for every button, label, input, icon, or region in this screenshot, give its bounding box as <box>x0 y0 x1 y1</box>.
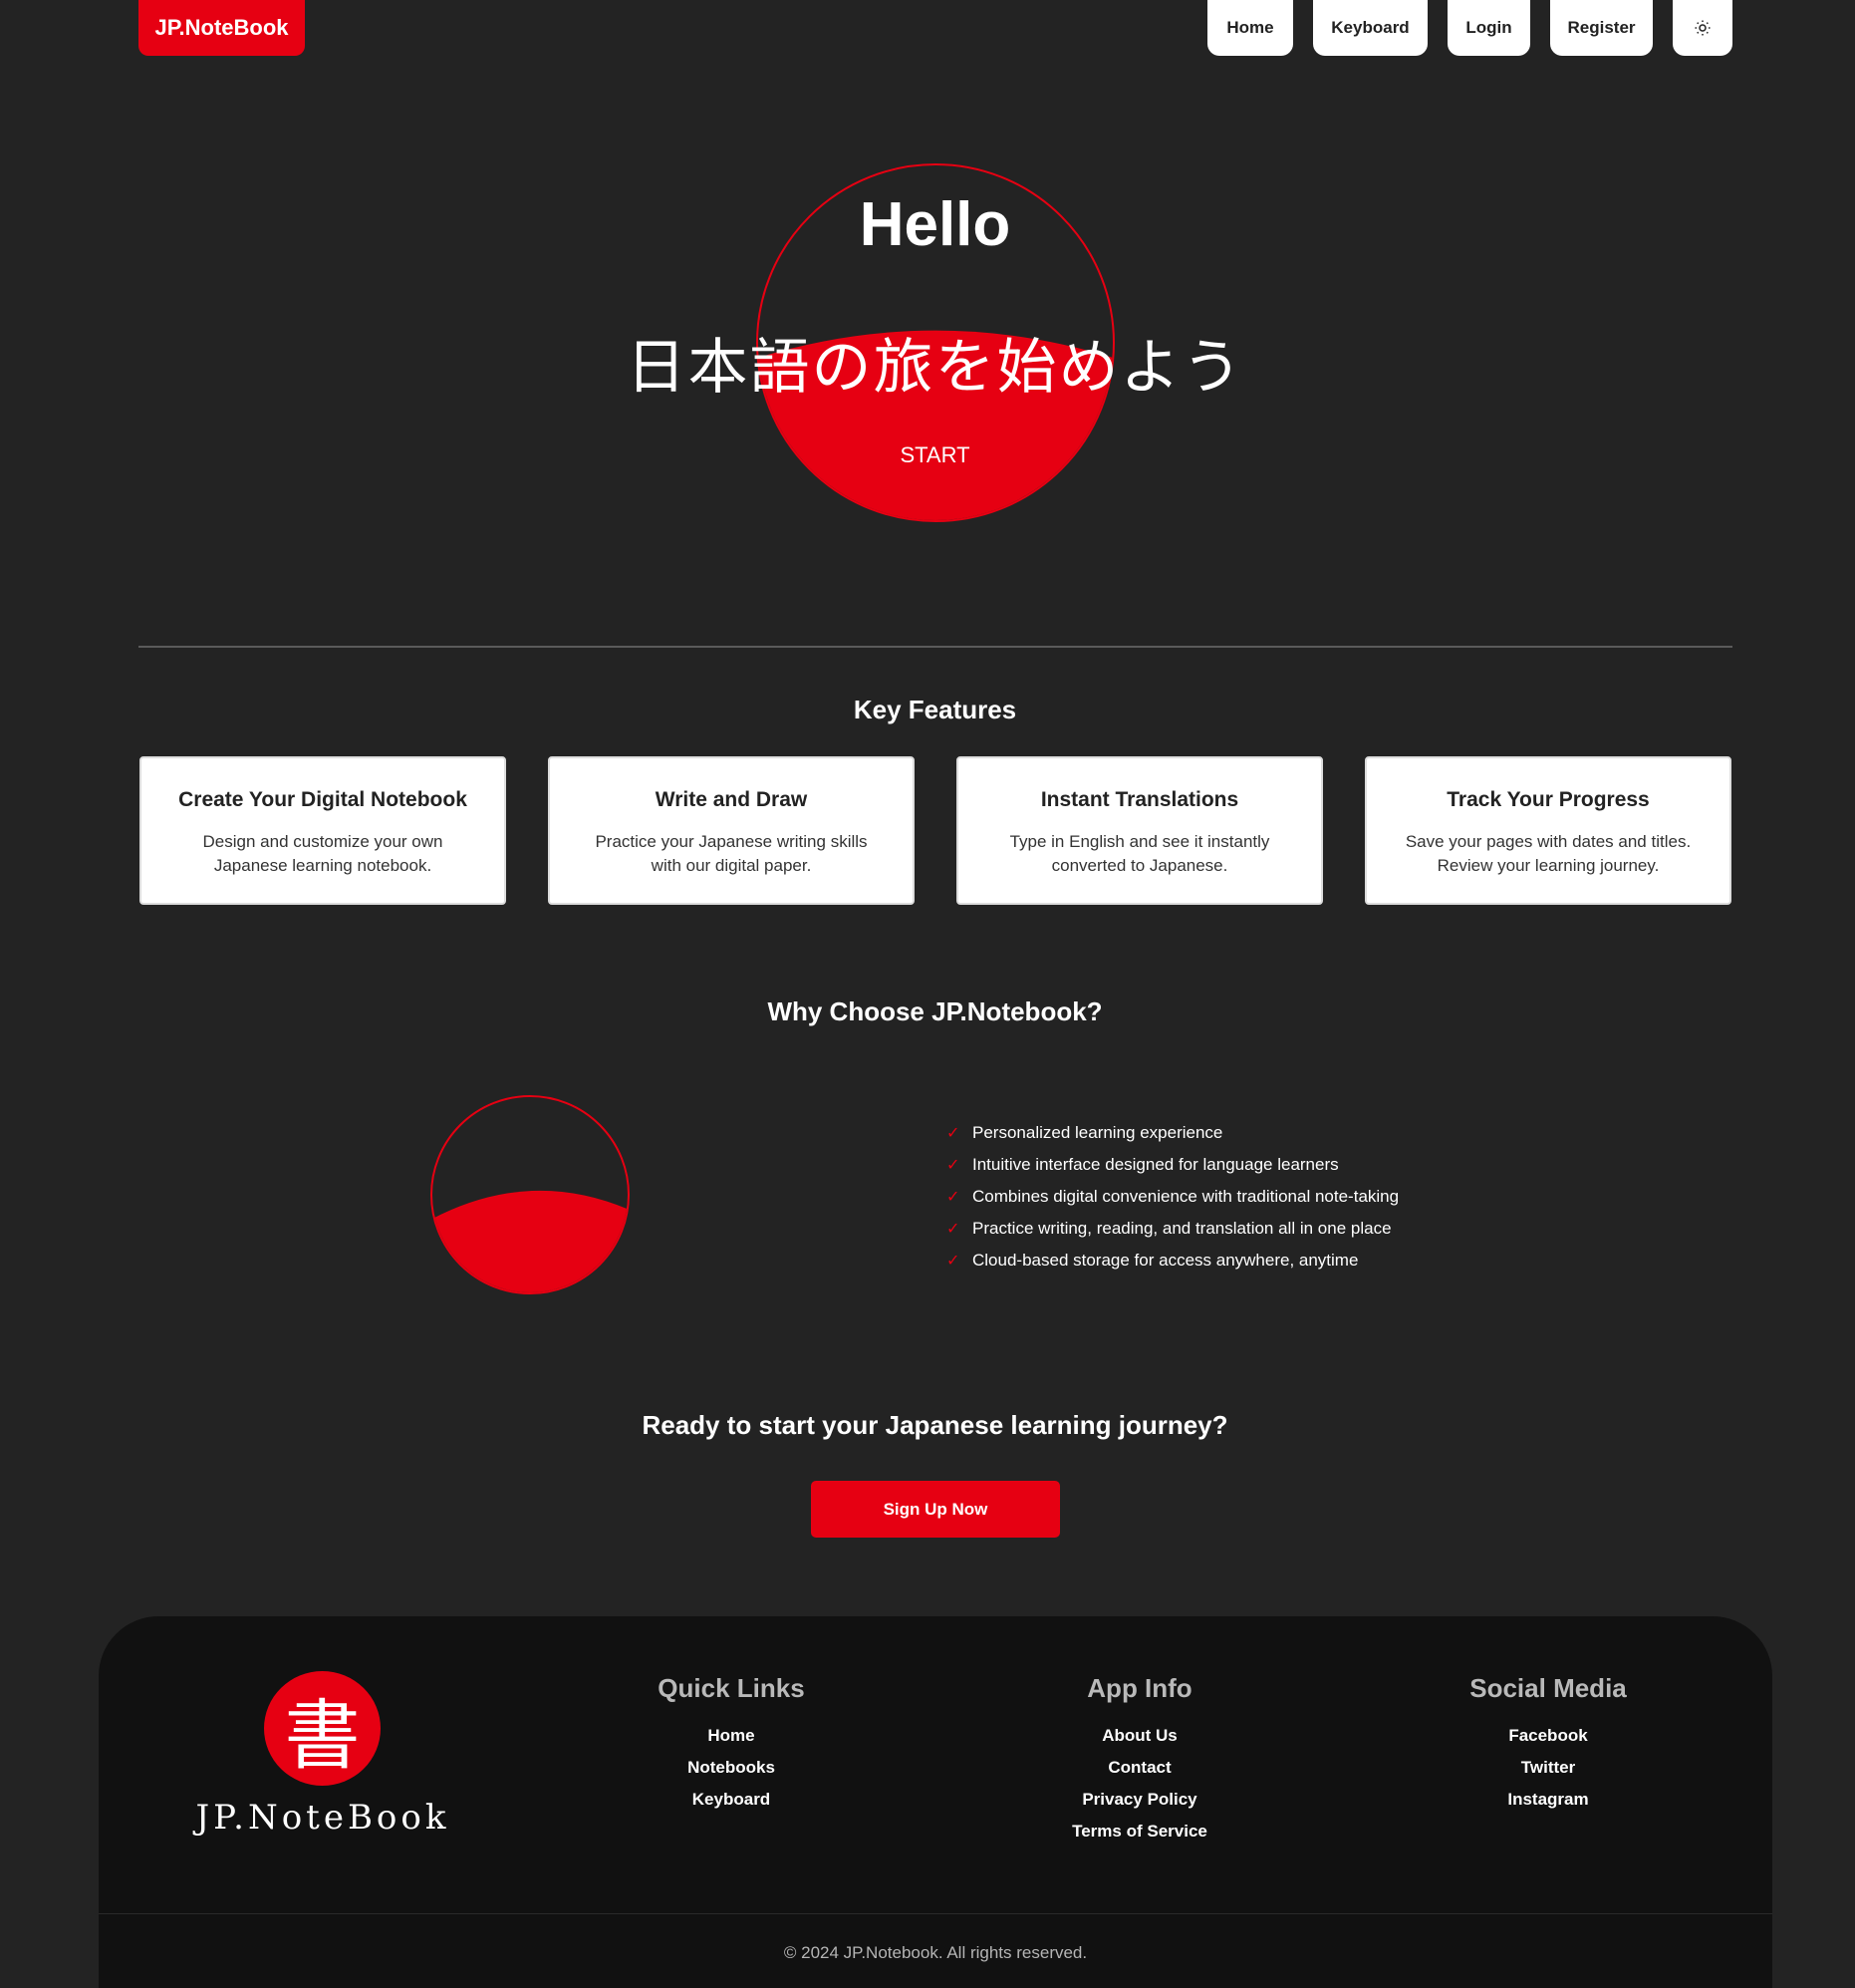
why-list: ✓ Personalized learning experience ✓ Intui… <box>946 1117 1399 1277</box>
divider <box>138 646 1732 648</box>
list-item: ✓ Practice writing, reading, and translat… <box>946 1219 1392 1238</box>
nav-home[interactable]: Home <box>1207 0 1293 56</box>
feature-desc: Japanese learning notebook. <box>213 856 432 875</box>
why-wave-graphic <box>432 1190 628 1292</box>
why-title: Why Choose JP.Notebook? <box>767 996 1103 1026</box>
features-title: Key Features <box>853 695 1017 724</box>
check-icon: ✓ <box>946 1189 960 1206</box>
start-button[interactable]: START <box>0 442 1855 468</box>
list-item: ✓ Personalized learning experience <box>946 1123 1223 1142</box>
footer-divider <box>99 1913 1772 1914</box>
feature-desc: converted to Japanese. <box>1051 856 1228 875</box>
feature-card: Create Your Digital Notebook Design and … <box>139 756 506 905</box>
feature-title: Write and Draw <box>655 788 808 811</box>
check-icon: ✓ <box>946 1221 960 1238</box>
feature-desc: Type in English and see it instantly <box>1009 832 1270 851</box>
footer-link-terms[interactable]: Terms of Service <box>990 1816 1289 1847</box>
footer-heading: App Info <box>1087 1673 1192 1703</box>
why-sun-circle <box>430 1095 630 1294</box>
footer-link-facebook[interactable]: Facebook <box>1399 1720 1698 1752</box>
feature-title: Track Your Progress <box>1447 788 1650 811</box>
nav-keyboard[interactable]: Keyboard <box>1313 0 1428 56</box>
check-icon: ✓ <box>946 1253 960 1270</box>
feature-title: Instant Translations <box>1040 788 1239 811</box>
footer-heading: Social Media <box>1469 1673 1627 1703</box>
footer-app-info: App Info About Us Contact Privacy Policy… <box>990 1673 1289 1847</box>
feature-card: Instant Translations Type in English and… <box>956 756 1323 905</box>
theme-toggle-button[interactable] <box>1673 0 1732 56</box>
cta-title: Ready to start your Japanese learning jo… <box>642 1410 1228 1440</box>
hero-title: Hello <box>859 190 1011 259</box>
nav-login[interactable]: Login <box>1448 0 1530 56</box>
footer-link-contact[interactable]: Contact <box>990 1752 1289 1784</box>
check-icon: ✓ <box>946 1157 960 1174</box>
sign-up-button[interactable]: Sign Up Now <box>811 1481 1060 1538</box>
feature-card: Write and Draw Practice your Japanese wr… <box>548 756 915 905</box>
footer-quick-links: Quick Links Home Notebooks Keyboard <box>582 1673 881 1816</box>
footer-heading: Quick Links <box>658 1673 805 1703</box>
brand-logo[interactable]: JP.NoteBook <box>138 0 305 56</box>
list-item: ✓ Intuitive interface designed for langua… <box>946 1155 1339 1174</box>
feature-desc: Practice your Japanese writing skills <box>595 832 868 851</box>
feature-card: Track Your Progress Save your pages with… <box>1365 756 1731 905</box>
feature-desc: Review your learning journey. <box>1437 856 1660 875</box>
footer-link-about[interactable]: About Us <box>990 1720 1289 1752</box>
footer: 書 JP.NoteBook Quick Links Home Notebooks… <box>99 1616 1772 1988</box>
footer-link-privacy[interactable]: Privacy Policy <box>990 1784 1289 1816</box>
list-item: ✓ Combines digital convenience with tradi… <box>946 1187 1400 1206</box>
feature-desc: Save your pages with dates and titles. <box>1405 832 1692 851</box>
check-icon: ✓ <box>946 1125 960 1142</box>
footer-link-notebooks[interactable]: Notebooks <box>582 1752 881 1784</box>
feature-desc: with our digital paper. <box>651 856 812 875</box>
copyright-text: © 2024 JP.Notebook. All rights reserved. <box>783 1943 1088 1962</box>
footer-link-keyboard[interactable]: Keyboard <box>582 1784 881 1816</box>
footer-link-twitter[interactable]: Twitter <box>1399 1752 1698 1784</box>
footer-logo-seal: 書 <box>264 1671 381 1786</box>
feature-desc: Design and customize your own <box>202 832 443 851</box>
list-item: ✓ Cloud-based storage for access anywhere… <box>946 1251 1359 1270</box>
footer-link-instagram[interactable]: Instagram <box>1399 1784 1698 1816</box>
hero-subtitle: 日本語の旅を始めよう <box>626 333 1244 403</box>
sun-icon <box>1695 20 1711 36</box>
footer-social: Social Media Facebook Twitter Instagram <box>1399 1673 1698 1816</box>
feature-title: Create Your Digital Notebook <box>178 788 467 811</box>
footer-link-home[interactable]: Home <box>582 1720 881 1752</box>
nav-register[interactable]: Register <box>1550 0 1653 56</box>
footer-logo-text: JP.NoteBook <box>195 1798 450 1838</box>
